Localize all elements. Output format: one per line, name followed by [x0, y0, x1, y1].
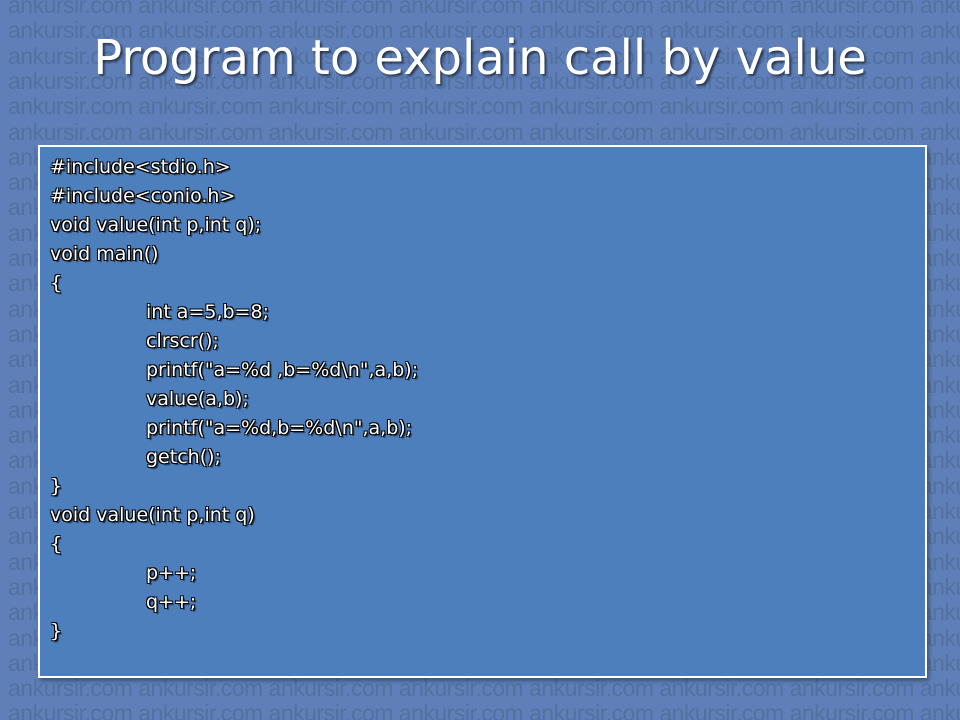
watermark-row: ankursir.com ankursir.com ankursir.com a…	[8, 0, 960, 18]
watermark-row: ankursir.com ankursir.com ankursir.com a…	[8, 93, 960, 120]
code-line: void value(int p,int q)	[50, 504, 255, 526]
code-line: printf("a=%d ,b=%d\n",a,b);	[146, 359, 419, 381]
code-line: }	[50, 620, 63, 642]
code-line: #include<stdio.h>	[50, 156, 231, 178]
code-box: #include<stdio.h> #include<conio.h> void…	[38, 145, 927, 678]
watermark-row: ankursir.com ankursir.com ankursir.com a…	[8, 675, 960, 702]
watermark-row: ankursir.com ankursir.com ankursir.com a…	[8, 118, 960, 145]
watermark-row: ankursir.com ankursir.com ankursir.com a…	[8, 700, 960, 720]
code-line: }	[50, 475, 63, 497]
code-line: void main()	[50, 243, 159, 265]
code-line: void value(int p,int q);	[50, 214, 262, 236]
code-line: p++;	[146, 562, 197, 584]
code-line: getch();	[146, 446, 221, 468]
code-line: printf("a=%d,b=%d\n",a,b);	[146, 417, 413, 439]
code-line: int a=5,b=8;	[146, 301, 269, 323]
code-listing: #include<stdio.h> #include<conio.h> void…	[50, 153, 418, 646]
code-line: {	[50, 272, 63, 294]
code-line: value(a,b);	[146, 388, 249, 410]
code-line: {	[50, 533, 63, 555]
code-line: q++;	[146, 591, 197, 613]
code-line: clrscr();	[146, 330, 219, 352]
code-line: #include<conio.h>	[50, 185, 236, 207]
slide-title: Program to explain call by value	[93, 30, 867, 86]
